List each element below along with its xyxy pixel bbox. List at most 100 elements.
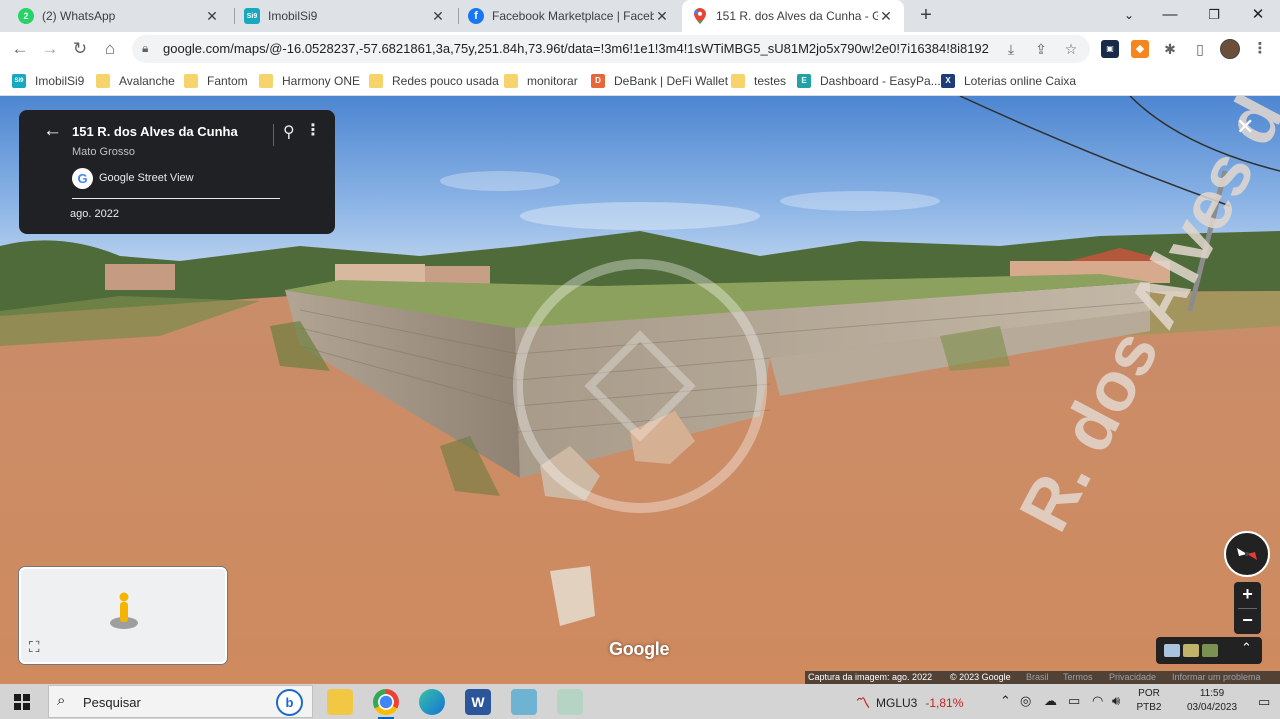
lock-icon[interactable]: 🔒︎ <box>142 41 148 56</box>
close-street-view-icon[interactable]: ✕ <box>1236 114 1254 140</box>
tab-facebook-marketplace[interactable]: f Facebook Marketplace | Faceboo ✕ <box>458 0 680 32</box>
stock-widget[interactable]: 〽 MGLU3 -1,81% <box>856 693 963 713</box>
address-bar[interactable]: 🔒︎ google.com/maps/@-16.0528237,-57.6821… <box>132 35 1090 63</box>
bookmark-star-icon[interactable]: ☆ <box>1062 40 1080 58</box>
back-button[interactable]: ← <box>7 36 33 62</box>
google-logo-icon: G <box>72 168 93 189</box>
share-icon[interactable]: ⇪ <box>1032 40 1050 58</box>
home-button[interactable]: ⌂ <box>97 36 123 62</box>
wifi-icon[interactable]: ◠ <box>1092 693 1103 709</box>
more-menu-icon[interactable]: ⋮ <box>1251 40 1269 58</box>
close-tab-icon[interactable]: ✕ <box>654 8 670 25</box>
windows-taskbar: ⌕ Pesquisar b W 〽 MGLU3 -1,81% ⌃ ◎ ☁ ▭ ◠… <box>0 684 1280 719</box>
folder-icon <box>731 74 745 88</box>
bing-icon[interactable]: b <box>276 689 303 716</box>
windows-start-icon[interactable] <box>14 694 30 710</box>
pegman-icon[interactable] <box>109 591 139 631</box>
bookmark-avalanche[interactable]: Avalanche <box>96 72 175 90</box>
bookmark-dashboard-easypanel[interactable]: E Dashboard - EasyPa... <box>797 72 941 90</box>
capture-date[interactable]: ago. 2022 <box>70 208 119 220</box>
tab-whatsapp[interactable]: 2 (2) WhatsApp ✕ <box>8 0 230 32</box>
battery-icon[interactable]: ▭ <box>1068 693 1080 709</box>
word-icon[interactable]: W <box>465 689 491 715</box>
privacy-link[interactable]: Privacidade <box>1109 671 1156 684</box>
back-arrow-icon[interactable]: ← <box>43 120 62 142</box>
location-pin-icon[interactable]: ⚲ <box>283 122 295 142</box>
zoom-out-button[interactable]: − <box>1234 608 1261 634</box>
close-tab-icon[interactable]: ✕ <box>878 8 894 25</box>
extensions-puzzle-icon[interactable]: ✱ <box>1161 40 1179 58</box>
minimize-button[interactable]: — <box>1148 0 1192 32</box>
imobilsi9-icon: Si9 <box>244 8 260 24</box>
side-panel-icon[interactable]: ▯ <box>1191 40 1209 58</box>
url-text[interactable]: google.com/maps/@-16.0528237,-57.6821861… <box>163 41 993 56</box>
bookmark-loterias-caixa[interactable]: X Loterias online Caixa <box>941 72 1076 90</box>
close-tab-icon[interactable]: ✕ <box>204 8 220 25</box>
tab-title: (2) WhatsApp <box>42 9 116 23</box>
street-view-panorama[interactable]: R. dos Alves d ← 151 R. dos Alves da Cun… <box>0 96 1280 684</box>
tray-chevron-up-icon[interactable]: ⌃ <box>1000 693 1011 709</box>
tab-title: ImobilSi9 <box>268 9 318 23</box>
more-options-icon[interactable]: ⋮ <box>305 120 321 140</box>
language-indicator[interactable]: POR PTB2 <box>1134 687 1164 715</box>
notification-icon[interactable]: ▭ <box>1258 694 1270 710</box>
expand-map-icon[interactable]: ⛶ <box>29 639 40 656</box>
tab-google-maps[interactable]: 151 R. dos Alves da Cunha - Goo ✕ <box>682 0 904 32</box>
bookmark-imobilsi9[interactable]: Si9 ImobilSi9 <box>12 72 84 90</box>
volume-icon[interactable]: 🔊︎ <box>1112 693 1120 709</box>
tab-imobilsi9[interactable]: Si9 ImobilSi9 ✕ <box>234 0 456 32</box>
chevron-up-icon[interactable]: ⌃ <box>1241 640 1252 656</box>
bookmark-label: monitorar <box>527 74 578 88</box>
minimap[interactable]: ⛶ <box>19 567 227 664</box>
photo-thumbnail[interactable] <box>1164 644 1180 657</box>
terms-link[interactable]: Termos <box>1063 671 1093 684</box>
stock-ticker: MGLU3 <box>876 696 918 710</box>
street-view-info-card: ← 151 R. dos Alves da Cunha Mato Grosso … <box>19 110 335 234</box>
close-window-button[interactable]: ✕ <box>1236 0 1280 32</box>
tab-title: 151 R. dos Alves da Cunha - Goo <box>716 9 878 23</box>
file-explorer-icon[interactable] <box>327 689 353 715</box>
onedrive-icon[interactable]: ☁ <box>1044 693 1057 709</box>
forward-button[interactable]: → <box>37 36 63 62</box>
edge-icon[interactable] <box>419 689 445 715</box>
zoom-in-button[interactable]: + <box>1234 582 1261 608</box>
bookmark-monitorar[interactable]: monitorar <box>504 72 578 90</box>
search-placeholder[interactable]: Pesquisar <box>83 695 141 710</box>
bookmark-testes[interactable]: testes <box>731 72 786 90</box>
reload-button[interactable]: ↻ <box>67 36 93 62</box>
tab-search-chevron-icon[interactable]: ⌄ <box>1107 0 1151 32</box>
clock[interactable]: 11:59 03/04/2023 <box>1172 687 1252 715</box>
app-icon[interactable] <box>511 689 537 715</box>
bookmark-label: Fantom <box>207 74 248 88</box>
photo-strip-toggle[interactable]: ⌃ <box>1156 637 1262 664</box>
close-tab-icon[interactable]: ✕ <box>430 8 446 25</box>
bookmark-debank[interactable]: D DeBank | DeFi Wallet <box>591 72 728 90</box>
card-divider <box>273 124 274 146</box>
compass-button[interactable] <box>1224 531 1270 577</box>
bookmark-label: Redes pouco usada <box>392 74 499 88</box>
folder-icon <box>504 74 518 88</box>
compass-icon <box>1237 548 1257 560</box>
country-link[interactable]: Brasil <box>1026 671 1049 684</box>
new-tab-button[interactable]: + <box>915 5 937 27</box>
bookmark-harmony-one[interactable]: Harmony ONE <box>259 72 360 90</box>
bookmark-label: DeBank | DeFi Wallet <box>614 74 729 88</box>
chrome-icon[interactable] <box>373 689 399 719</box>
profile-avatar[interactable] <box>1220 39 1240 59</box>
metamask-fox-icon[interactable]: ◆ <box>1131 40 1149 58</box>
report-problem-link[interactable]: Informar um problema <box>1172 671 1261 684</box>
photo-thumbnail[interactable] <box>1202 644 1218 657</box>
restore-button[interactable]: ❐ <box>1192 0 1236 32</box>
paint-icon[interactable] <box>557 689 583 715</box>
folder-icon <box>369 74 383 88</box>
bookmark-redes-pouco-usada[interactable]: Redes pouco usada <box>369 72 499 90</box>
extension-cube-icon[interactable]: ▣ <box>1101 40 1119 58</box>
source-label[interactable]: Google Street View <box>99 172 194 184</box>
bookmark-fantom[interactable]: Fantom <box>184 72 248 90</box>
easypanel-icon: E <box>797 74 811 88</box>
google-maps-icon <box>692 8 708 24</box>
taskbar-search[interactable]: ⌕ Pesquisar b <box>48 685 313 718</box>
meet-now-icon[interactable]: ◎ <box>1020 693 1031 709</box>
photo-thumbnail[interactable] <box>1183 644 1199 657</box>
install-app-icon[interactable]: ⤓ <box>1002 40 1020 58</box>
